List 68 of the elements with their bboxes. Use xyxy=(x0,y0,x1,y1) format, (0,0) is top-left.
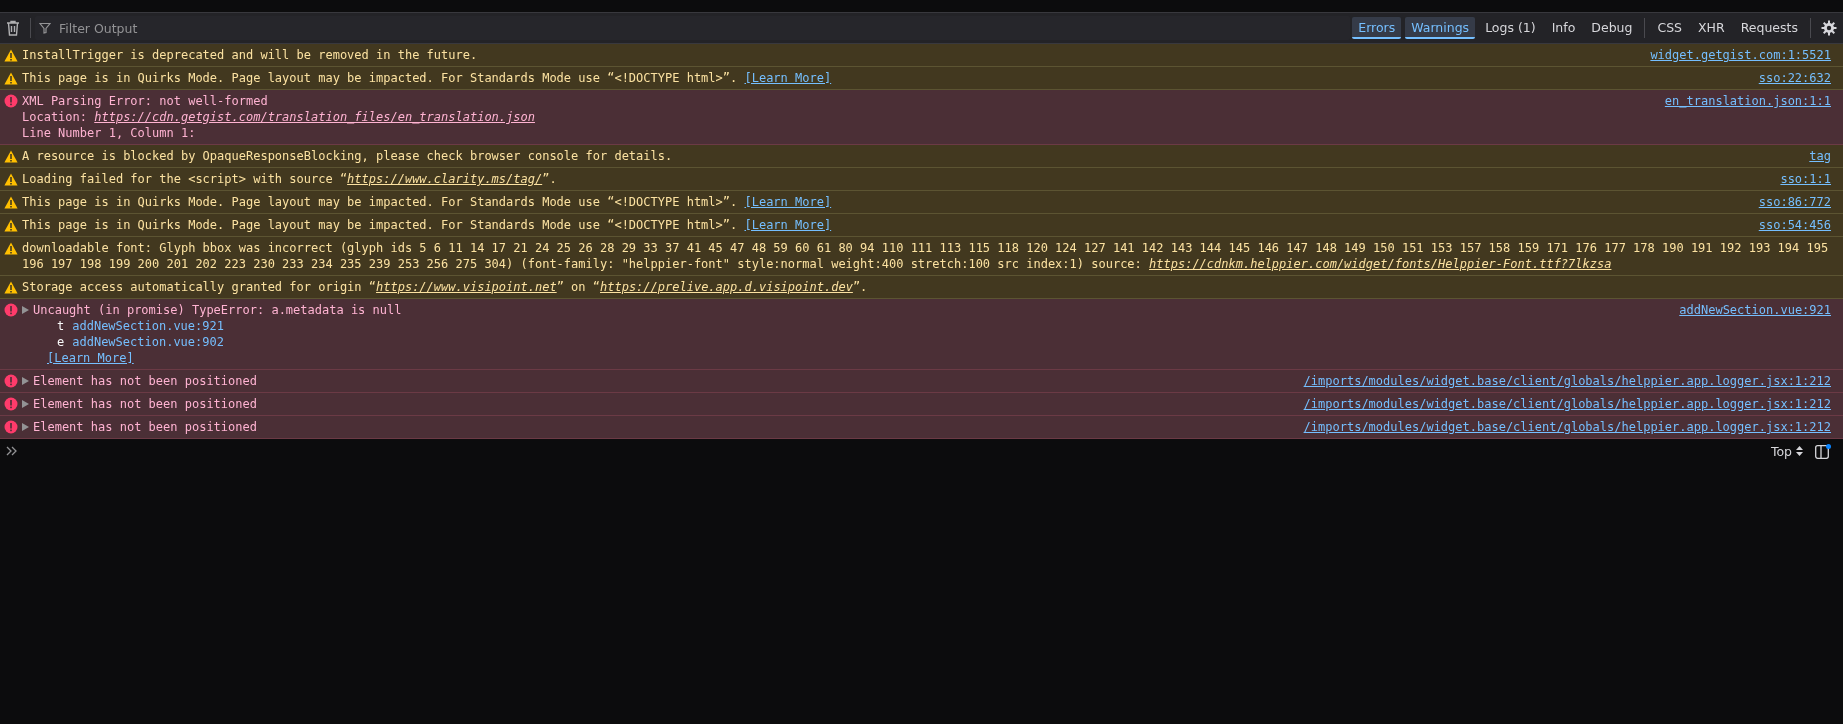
stack-frame-link[interactable]: addNewSection.vue:921 xyxy=(72,319,224,333)
source-link[interactable]: /imports/modules/widget.base/client/globals/helppier.app.logger.jsx:1:212 xyxy=(1303,373,1831,389)
stack-frame-name: t xyxy=(57,319,65,333)
warning-message: This page is in Quirks Mode. Page layout may be impacted. For Standards Mode use “<!DOCTYPE html>”. [Learn More] sso:86:772 xyxy=(0,191,1843,214)
context-selector[interactable]: Top xyxy=(1764,442,1809,460)
filter-input[interactable]: Filter Output xyxy=(55,18,1347,38)
source-link[interactable]: sso:86:772 xyxy=(1758,194,1831,210)
expand-arrow-icon[interactable] xyxy=(22,306,29,314)
learn-more-link[interactable]: [Learn More] xyxy=(47,351,134,365)
source-link[interactable]: /imports/modules/widget.base/client/globals/helppier.app.logger.jsx:1:212 xyxy=(1303,419,1831,435)
source-link[interactable]: sso:54:456 xyxy=(1758,217,1831,233)
error-message: Uncaught (in promise) TypeError: a.metadata is null t addNewSection.vue:921 e addNewSection.vue:902 [Learn More] addNewSection.vue:921 xyxy=(0,299,1843,370)
expand-arrow-icon[interactable] xyxy=(22,400,29,408)
warning-icon xyxy=(4,195,18,209)
warning-icon xyxy=(4,48,18,62)
filter-field[interactable]: Filter Output xyxy=(35,16,1351,40)
filter-toggle[interactable]: Info xyxy=(1545,17,1582,39)
warning-message: downloadable font: Glyph bbox was incorrect (glyph ids 5 6 11 14 17 21 24 25 26 28 29 33 37 41 45 47 48 59 60 61 80 94 110 111 113 115 118 120 124 127 141 142 143 144 145 146 147 148 149 150 151 153 157 158 159 171 176 177 178 190 191 192 193 194 195 196 197 198 199 200 201 202 223 230 233 234 235 239 253 256 275 304) (font-family: "helppier-font" style:normal weight:400 stretch:100 src index:1) source: https://cdnkm.helppier.com/widget/fonts/Helppier-Font.ttf?7lkzsa xyxy=(0,237,1843,276)
warning-message: This page is in Quirks Mode. Page layout may be impacted. For Standards Mode use “<!DOCTYPE html>”. [Learn More] sso:54:456 xyxy=(0,214,1843,237)
warning-icon xyxy=(4,280,18,294)
url-link[interactable]: https://cdn.getgist.com/translation_files/en_translation.json xyxy=(94,110,535,124)
prompt-chevrons-icon xyxy=(6,446,18,456)
source-link[interactable]: tag xyxy=(1809,148,1831,164)
learn-more-link[interactable]: [Learn More] xyxy=(744,218,832,232)
error-icon xyxy=(4,374,18,388)
source-link[interactable]: sso:1:1 xyxy=(1780,171,1831,187)
stack-frame-name: e xyxy=(57,335,65,349)
expand-arrow-icon[interactable] xyxy=(22,423,29,431)
error-icon xyxy=(4,94,18,108)
error-icon xyxy=(4,397,18,411)
error-message: Element has not been positioned /imports/modules/widget.base/client/globals/helppier.app.logger.jsx:1:212 xyxy=(0,416,1843,439)
url-link[interactable]: https://www.clarity.ms/tag/ xyxy=(347,172,543,186)
url-link[interactable]: https://prelive.app.d.visipoint.dev xyxy=(600,280,853,294)
warning-message: A resource is blocked by OpaqueResponseBlocking, please check browser console for details. tag xyxy=(0,145,1843,168)
error-icon xyxy=(4,303,18,317)
caret-icon xyxy=(1796,446,1803,456)
filter-toggle[interactable]: CSS xyxy=(1651,17,1689,39)
learn-more-link[interactable]: [Learn More] xyxy=(744,71,832,85)
error-message: Element has not been positioned /imports/modules/widget.base/client/globals/helppier.app.logger.jsx:1:212 xyxy=(0,393,1843,416)
filter-toggle[interactable]: Requests xyxy=(1734,17,1804,39)
warning-message: This page is in Quirks Mode. Page layout may be impacted. For Standards Mode use “<!DOCTYPE html>”. [Learn More] sso:22:632 xyxy=(0,67,1843,90)
warning-icon xyxy=(4,149,18,163)
source-link[interactable]: en_translation.json:1:1 xyxy=(1664,93,1831,109)
warning-icon xyxy=(4,241,18,255)
source-link[interactable]: /imports/modules/widget.base/client/globals/helppier.app.logger.jsx:1:212 xyxy=(1303,396,1831,412)
stack-frame-link[interactable]: addNewSection.vue:902 xyxy=(72,335,224,349)
url-link[interactable]: https://www.visipoint.net xyxy=(376,280,557,294)
filter-toggle[interactable]: XHR xyxy=(1692,17,1731,39)
warning-message: Loading failed for the <script> with source “https://www.clarity.ms/tag/”. sso:1:1 xyxy=(0,168,1843,191)
source-link[interactable]: widget.getgist.com:1:5521 xyxy=(1650,47,1831,63)
warning-icon xyxy=(4,71,18,85)
source-link[interactable]: sso:22:632 xyxy=(1758,70,1831,86)
warning-icon xyxy=(4,172,18,186)
filter-icon xyxy=(39,22,51,34)
learn-more-link[interactable]: [Learn More] xyxy=(744,195,832,209)
error-message: Element has not been positioned /imports/modules/widget.base/client/globals/helppier.app.logger.jsx:1:212 xyxy=(0,370,1843,393)
warning-message: Storage access automatically granted for origin “https://www.visipoint.net” on “https://prelive.app.d.visipoint.dev”. xyxy=(0,276,1843,299)
expand-arrow-icon[interactable] xyxy=(22,377,29,385)
error-icon xyxy=(4,420,18,434)
filter-toggle[interactable]: Warnings xyxy=(1405,17,1476,39)
filter-toggle[interactable]: Debug xyxy=(1585,17,1639,39)
error-message: XML Parsing Error: not well-formed Location: https://cdn.getgist.com/translation_files/en_translation.json Line Number 1, Column 1: en_translation.json:1:1 xyxy=(0,90,1843,145)
source-link[interactable]: addNewSection.vue:921 xyxy=(1679,302,1831,318)
warning-message: InstallTrigger is deprecated and will be removed in the future. widget.getgist.com:1:5521 xyxy=(0,44,1843,67)
warning-icon xyxy=(4,218,18,232)
filter-toggle[interactable]: Logs (1) xyxy=(1479,17,1542,39)
filter-toggle[interactable]: Errors xyxy=(1352,17,1402,39)
url-link[interactable]: https://cdnkm.helppier.com/widget/fonts/Helppier-Font.ttf?7lkzsa xyxy=(1149,257,1612,271)
